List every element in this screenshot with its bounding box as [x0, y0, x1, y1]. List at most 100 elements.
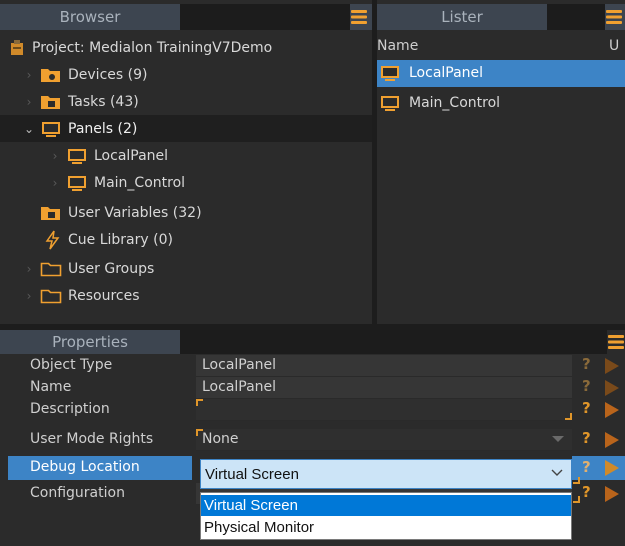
prop-value-field[interactable]: LocalPanel — [196, 377, 572, 399]
chevron-right-icon[interactable]: › — [48, 149, 62, 163]
prop-name: Object Type — [30, 357, 113, 373]
chevron-down-icon[interactable] — [551, 466, 563, 478]
prop-name: Configuration — [30, 485, 125, 501]
tree-item-label: Cue Library (0) — [68, 231, 173, 248]
tree-item-panels[interactable]: ⌄ Panels (2) — [22, 115, 137, 142]
lister-row-label: LocalPanel — [409, 65, 484, 81]
combobox-value: Virtual Screen — [205, 466, 299, 483]
tree-item-label: LocalPanel — [94, 147, 169, 164]
play-icon[interactable] — [605, 486, 619, 502]
tasks-folder-icon — [40, 93, 62, 111]
monitor-icon — [379, 64, 401, 82]
properties-menu-icon[interactable] — [607, 333, 625, 351]
chevron-right-icon[interactable]: › — [22, 289, 36, 303]
properties-title: Properties — [52, 333, 128, 351]
prop-value: None — [202, 431, 239, 447]
chevron-right-icon[interactable]: › — [22, 262, 36, 276]
properties-panel: Properties Object Type LocalPanel ? Name… — [0, 330, 625, 546]
help-icon[interactable]: ? — [582, 483, 591, 501]
debug-location-dropdown-list: Virtual Screen Physical Monitor — [200, 492, 572, 540]
prop-value: LocalPanel — [202, 379, 277, 395]
lister-row-localpanel[interactable]: LocalPanel — [377, 60, 625, 87]
browser-menu-icon[interactable] — [350, 8, 368, 26]
tree-item-label: User Groups — [68, 260, 155, 277]
prop-row-name: Name LocalPanel ? — [0, 377, 625, 399]
play-icon[interactable] — [605, 432, 619, 448]
chevron-right-icon[interactable]: › — [22, 95, 36, 109]
dropdown-arrow-icon[interactable] — [552, 436, 564, 442]
project-row[interactable]: Project: Medialon TrainingV7Demo — [8, 34, 272, 61]
chevron-down-icon[interactable]: ⌄ — [22, 122, 36, 136]
browser-panel: Browser Project: Medialon TrainingV7Demo… — [0, 0, 372, 324]
monitor-icon — [66, 147, 88, 165]
dropdown-option-physical-monitor[interactable]: Physical Monitor — [201, 517, 571, 538]
dropdown-option-label: Virtual Screen — [204, 497, 298, 514]
field-corner — [196, 399, 203, 406]
properties-header: Properties — [0, 330, 625, 354]
lister-menu-icon[interactable] — [605, 8, 623, 26]
prop-row-object-type: Object Type LocalPanel ? — [0, 355, 625, 377]
help-icon[interactable]: ? — [582, 377, 591, 395]
help-icon[interactable]: ? — [582, 355, 591, 373]
lister-row-main-control[interactable]: Main_Control — [377, 90, 625, 117]
prop-name: Description — [30, 401, 110, 417]
help-icon[interactable]: ? — [582, 399, 591, 417]
play-icon[interactable] — [605, 460, 619, 476]
lister-column-u[interactable]: U — [609, 38, 619, 54]
tree-item-label: Devices (9) — [68, 66, 148, 83]
lister-title-tab[interactable]: Lister — [377, 4, 547, 30]
lister-title: Lister — [441, 8, 483, 26]
prop-name: Name — [30, 379, 72, 395]
dropdown-option-label: Physical Monitor — [204, 519, 315, 536]
browser-title: Browser — [59, 8, 121, 26]
project-label: Project: Medialon TrainingV7Demo — [32, 39, 273, 56]
field-corner — [573, 496, 580, 503]
devices-folder-icon — [40, 66, 62, 84]
tree-item-localpanel[interactable]: › LocalPanel — [48, 142, 168, 169]
tree-item-label: User Variables (32) — [68, 204, 202, 221]
prop-name: User Mode Rights — [30, 431, 154, 447]
folder-icon — [40, 260, 62, 278]
tree-item-user-groups[interactable]: › User Groups — [22, 255, 155, 282]
monitor-icon — [40, 120, 62, 138]
field-corner — [196, 429, 203, 436]
user-mode-rights-select[interactable]: None — [196, 429, 572, 451]
properties-title-tab[interactable]: Properties — [0, 330, 180, 354]
lister-column-name[interactable]: Name — [377, 38, 418, 54]
chevron-right-icon[interactable]: › — [22, 68, 36, 82]
play-icon[interactable] — [605, 402, 619, 418]
tree-item-tasks[interactable]: › Tasks (43) — [22, 88, 139, 115]
lister-header: Lister — [377, 4, 625, 30]
tree-item-main-control[interactable]: › Main_Control — [48, 169, 185, 196]
tree-item-label: Tasks (43) — [68, 93, 139, 110]
folder-icon — [40, 287, 62, 305]
tree-item-devices[interactable]: › Devices (9) — [22, 61, 148, 88]
prop-row-description: Description ? — [0, 399, 625, 421]
tree-item-resources[interactable]: › Resources — [22, 282, 140, 309]
debug-location-combobox[interactable]: Virtual Screen — [200, 459, 572, 489]
project-icon — [8, 39, 26, 57]
tree-item-label: Resources — [68, 287, 140, 304]
prop-row-user-mode-rights: User Mode Rights None ? — [0, 429, 625, 451]
browser-title-tab[interactable]: Browser — [0, 4, 180, 30]
browser-header: Browser — [0, 4, 372, 30]
prop-value: LocalPanel — [202, 357, 277, 373]
help-icon[interactable]: ? — [582, 429, 591, 447]
tree-item-label: Main_Control — [94, 174, 186, 191]
monitor-icon — [66, 174, 88, 192]
lightning-icon — [44, 230, 62, 250]
dropdown-option-virtual-screen[interactable]: Virtual Screen — [201, 495, 571, 516]
description-input[interactable] — [196, 399, 572, 421]
prop-value-field: LocalPanel — [196, 355, 572, 377]
field-corner — [573, 477, 580, 484]
tree-item-cue-library[interactable]: Cue Library (0) — [44, 226, 173, 253]
prop-name: Debug Location — [30, 459, 140, 475]
lister-panel: Lister Name U LocalPanel Main_Control — [377, 0, 625, 324]
help-icon[interactable]: ? — [582, 458, 591, 476]
tree-item-user-variables[interactable]: User Variables (32) — [40, 199, 202, 226]
play-icon[interactable] — [605, 380, 619, 396]
field-corner — [565, 413, 572, 420]
chevron-right-icon[interactable]: › — [48, 176, 62, 190]
variables-folder-icon — [40, 204, 62, 222]
play-icon[interactable] — [605, 358, 619, 374]
